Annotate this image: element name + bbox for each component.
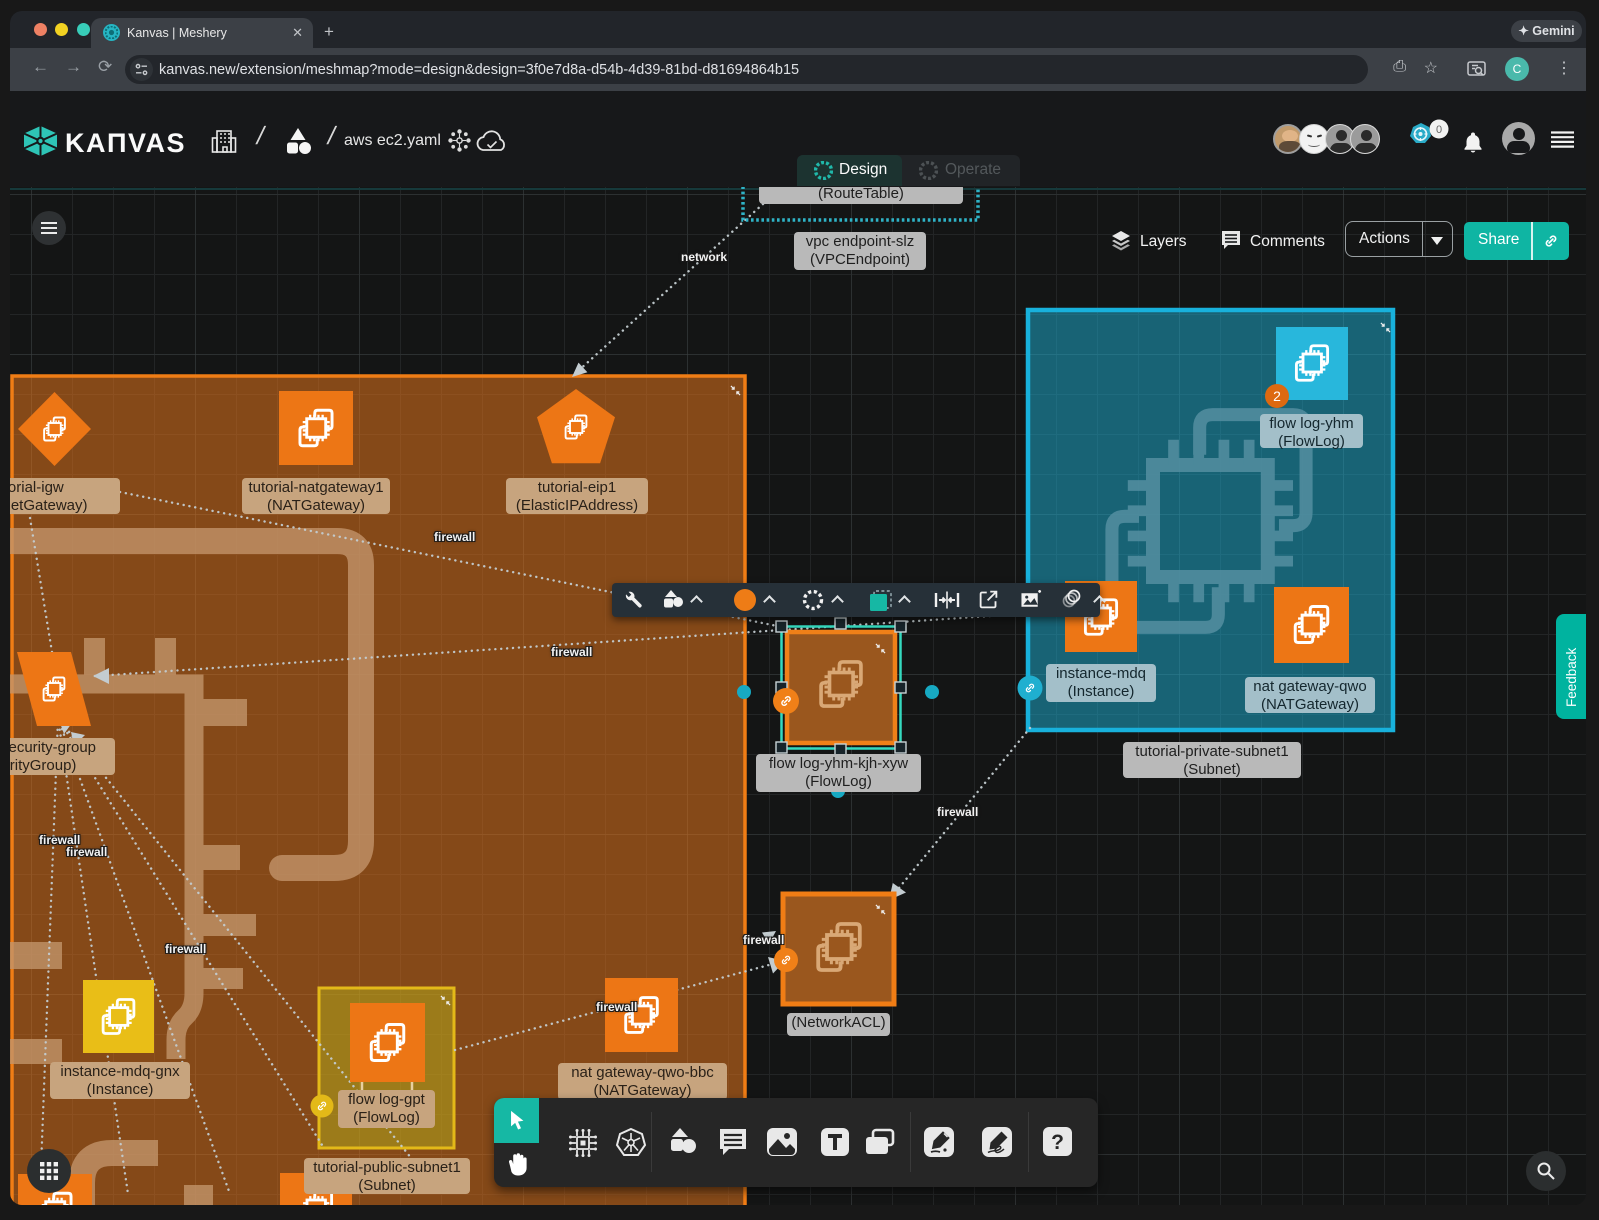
svg-text:0: 0 (1436, 124, 1442, 136)
svg-text:2: 2 (1273, 388, 1281, 404)
svg-text:?: ? (1051, 1131, 1064, 1154)
